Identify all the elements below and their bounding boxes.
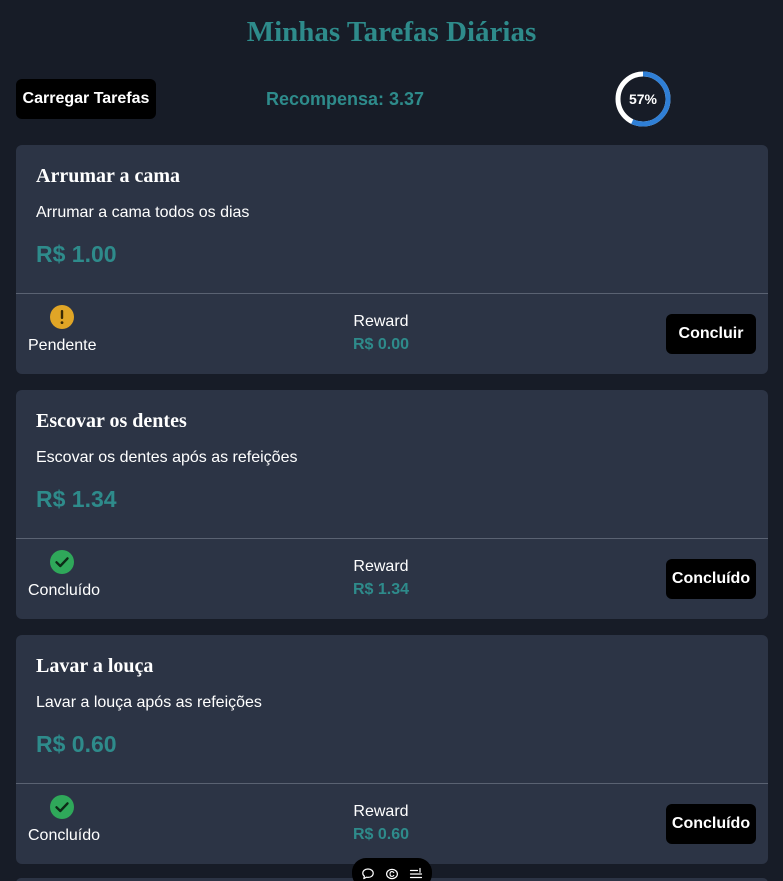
task-reward: Reward R$ 0.00 bbox=[336, 313, 426, 354]
task-description: Arrumar a cama todos os dias bbox=[36, 204, 250, 221]
task-name: Lavar a louça bbox=[36, 655, 154, 677]
reward-value: R$ 1.34 bbox=[352, 581, 410, 598]
warning-icon bbox=[50, 305, 74, 329]
progress-percent: 57% bbox=[628, 91, 658, 107]
copyright-icon[interactable] bbox=[385, 867, 399, 881]
reward-total: Recompensa: 3.37 bbox=[266, 89, 425, 109]
divider bbox=[16, 293, 768, 294]
complete-task-button[interactable]: Concluir bbox=[666, 314, 756, 354]
task-reward: Reward R$ 0.60 bbox=[336, 803, 426, 844]
task-description: Escovar os dentes após as refeições bbox=[36, 449, 298, 466]
list-settings-icon[interactable] bbox=[409, 867, 423, 881]
task-name: Escovar os dentes bbox=[36, 410, 187, 432]
progress-ring: 57% bbox=[614, 70, 672, 128]
task-status: Concluído bbox=[28, 795, 118, 845]
check-circle-icon bbox=[50, 550, 74, 574]
reward-label: Reward bbox=[353, 558, 409, 575]
task-amount: R$ 1.00 bbox=[36, 241, 117, 267]
reward-label: Reward bbox=[353, 803, 409, 820]
reward-label: Reward bbox=[353, 313, 409, 330]
status-label: Concluído bbox=[28, 827, 101, 844]
task-status: Pendente bbox=[28, 305, 118, 355]
reward-value: R$ 0.00 bbox=[352, 336, 410, 353]
page-title: Minhas Tarefas Diárias bbox=[246, 16, 537, 48]
reward-value: R$ 0.60 bbox=[352, 826, 410, 843]
status-label: Pendente bbox=[28, 337, 97, 354]
page: Minhas Tarefas Diárias Carregar Tarefas … bbox=[0, 0, 783, 881]
status-label: Concluído bbox=[28, 582, 101, 599]
task-description: Lavar a louça após as refeições bbox=[36, 694, 262, 711]
completed-task-button[interactable]: Concluído bbox=[666, 804, 756, 844]
task-amount: R$ 0.60 bbox=[36, 731, 117, 757]
check-circle-icon bbox=[50, 795, 74, 819]
task-card: Lavar a louça Lavar a louça após as refe… bbox=[16, 635, 768, 864]
task-reward: Reward R$ 1.34 bbox=[336, 558, 426, 599]
floating-toolbar bbox=[352, 858, 432, 881]
divider bbox=[16, 538, 768, 539]
task-status: Concluído bbox=[28, 550, 118, 600]
completed-task-button[interactable]: Concluído bbox=[666, 559, 756, 599]
task-card: Arrumar a cama Arrumar a cama todos os d… bbox=[16, 145, 768, 374]
comment-icon[interactable] bbox=[361, 867, 375, 881]
load-tasks-button[interactable]: Carregar Tarefas bbox=[16, 79, 156, 119]
task-name: Arrumar a cama bbox=[36, 165, 181, 187]
task-card: Escovar os dentes Escovar os dentes após… bbox=[16, 390, 768, 619]
task-amount: R$ 1.34 bbox=[36, 486, 117, 512]
divider bbox=[16, 783, 768, 784]
